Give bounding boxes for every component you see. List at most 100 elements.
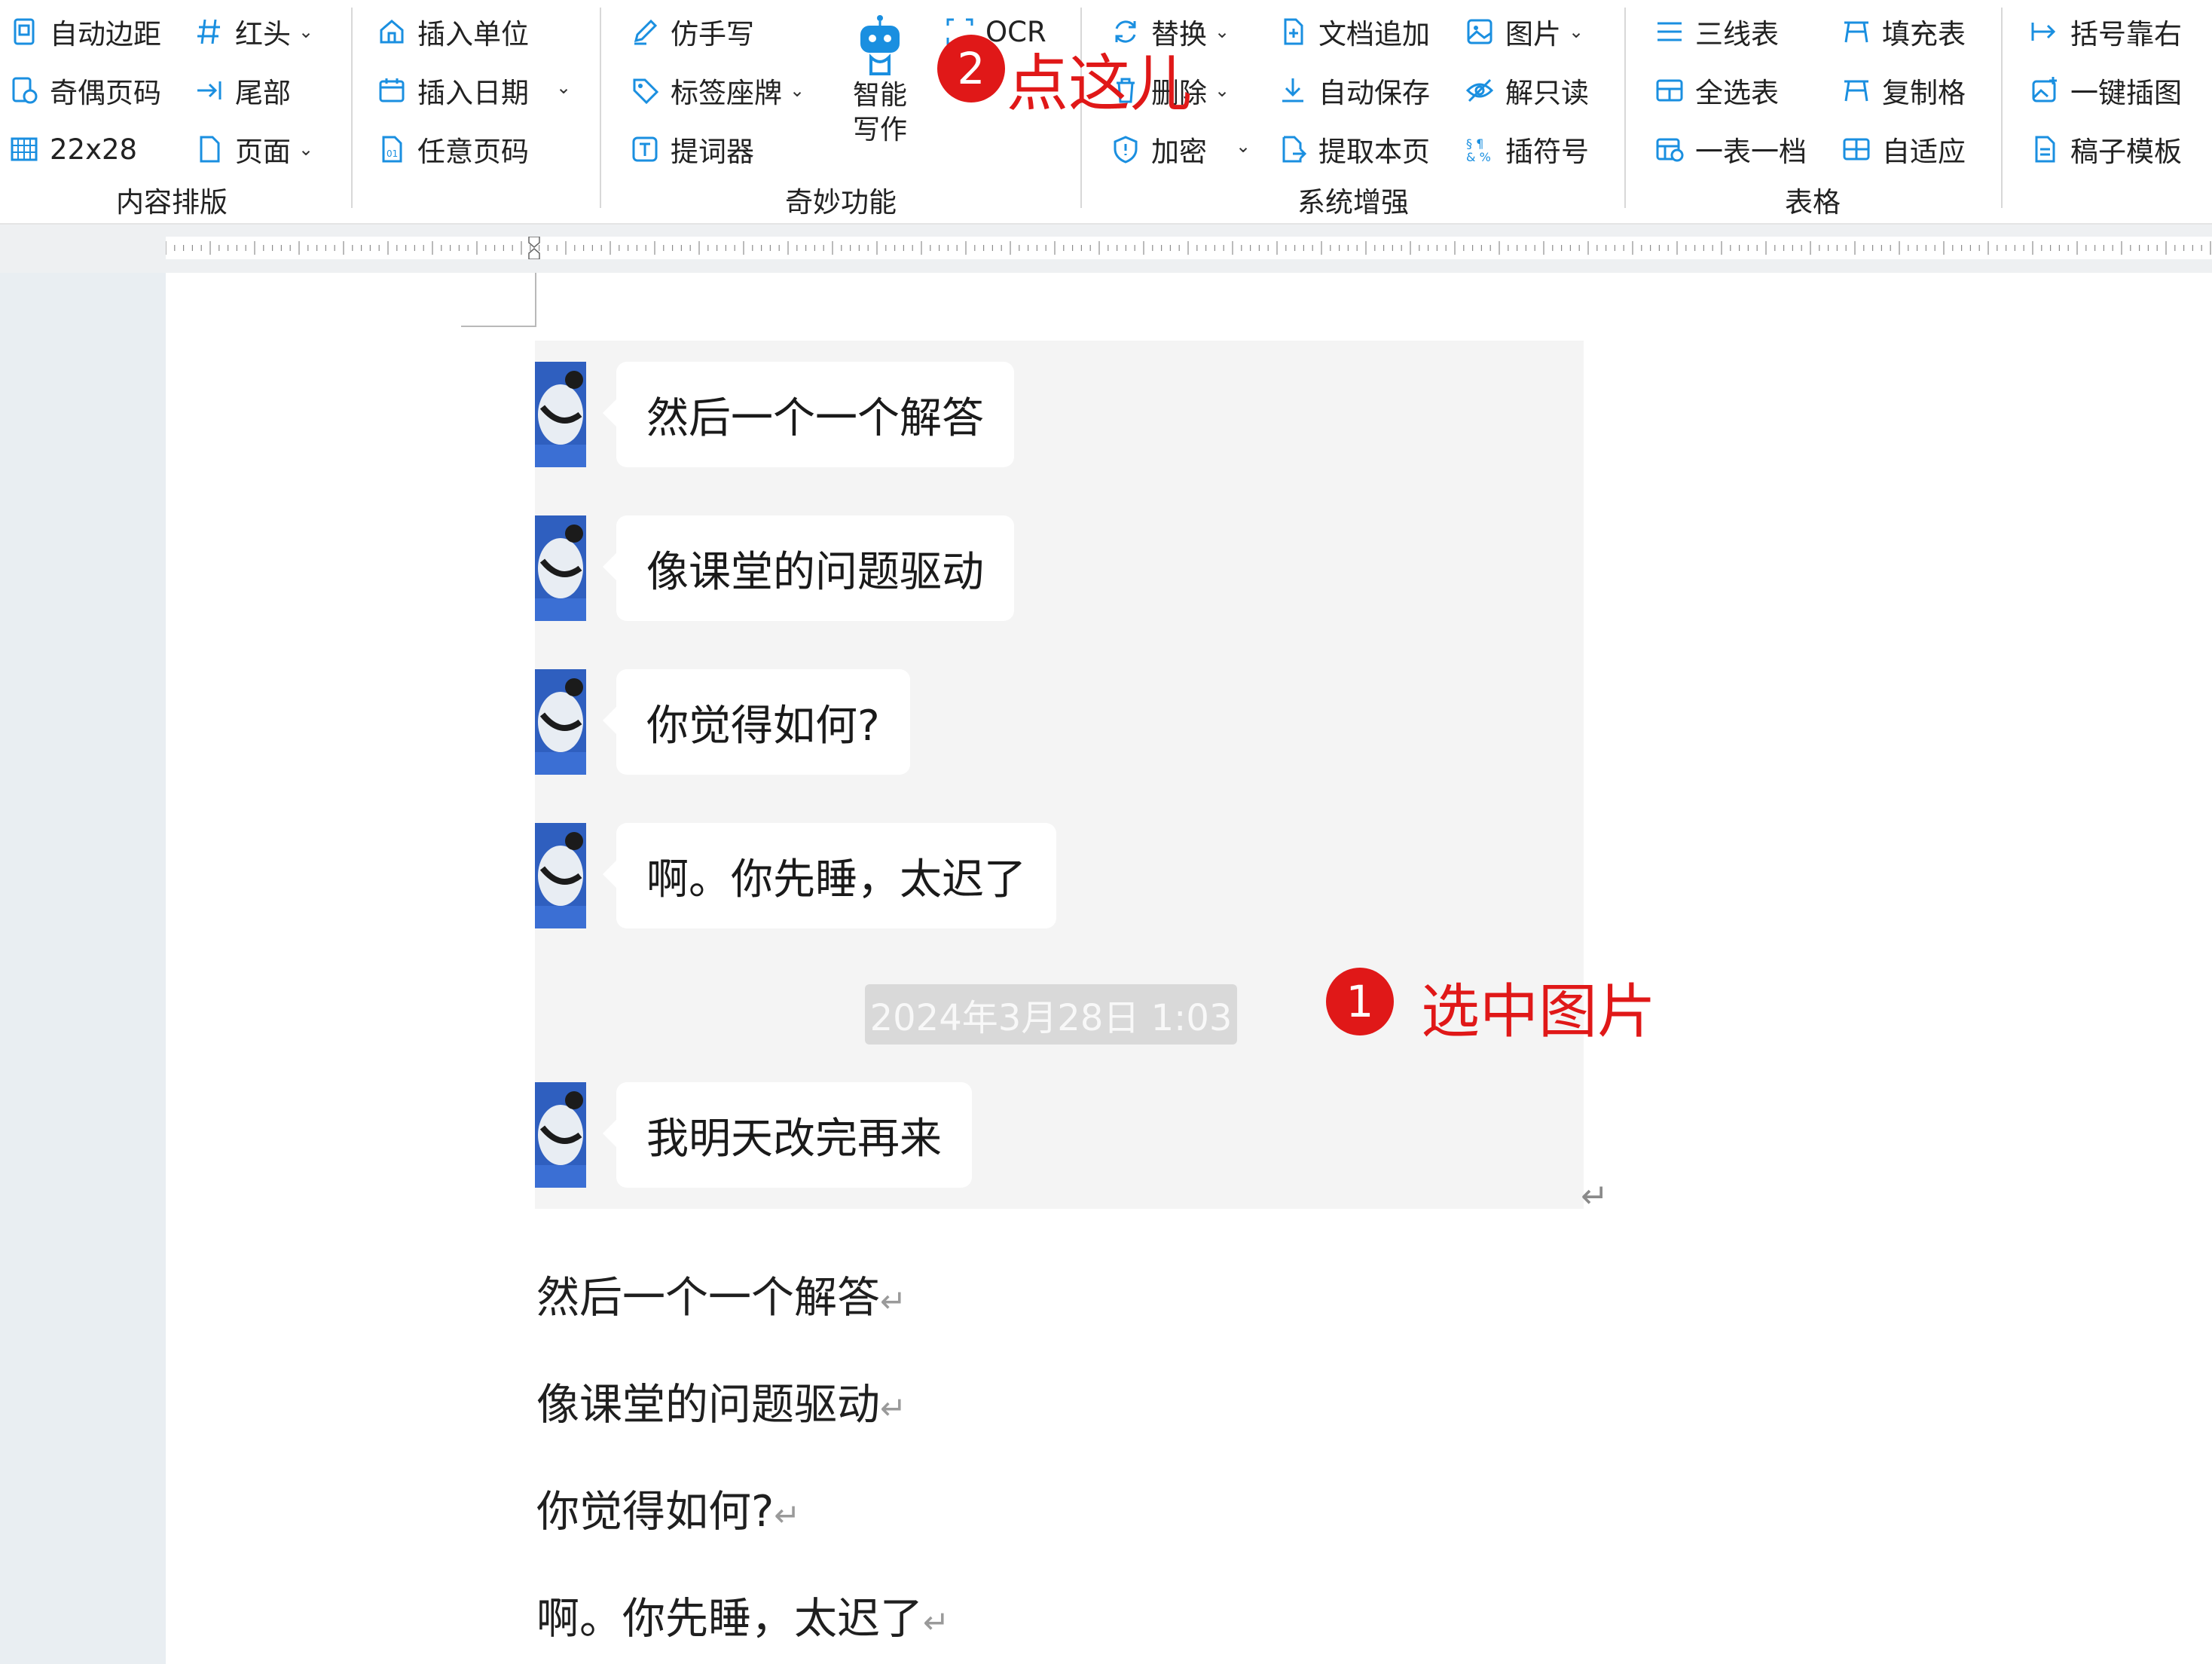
group-separator — [1624, 8, 1626, 208]
copy-cell-label: 复制格 — [1882, 77, 1966, 109]
chevron-down-icon[interactable]: ⌄ — [1214, 21, 1230, 42]
image-add-icon — [2032, 77, 2057, 102]
document-line-text: 啊。你先睡，太迟了 — [536, 1594, 923, 1644]
encrypt-button[interactable]: 加密 — [1111, 128, 1207, 170]
doc-add-icon — [1284, 18, 1303, 45]
document-line-text: 然后一个一个解答 — [536, 1273, 880, 1323]
smart-writing-label-1: 智能 — [852, 80, 907, 111]
select-all-table-button[interactable]: 全选表 — [1654, 69, 1779, 112]
calendar-icon — [379, 78, 405, 102]
unlock-readonly-button[interactable]: 解只读 — [1465, 69, 1589, 112]
chat-bubble: 你觉得如何? — [603, 669, 910, 775]
avatar — [535, 1082, 586, 1188]
imitate-handwriting-button[interactable]: 仿手写 — [630, 11, 754, 53]
avatar — [535, 515, 586, 621]
three-line-table-button[interactable]: 三线表 — [1654, 11, 1779, 53]
step-2-badge: 2 — [937, 35, 1005, 102]
insert-symbol-label: 插符号 — [1505, 136, 1589, 168]
avatar — [535, 669, 586, 775]
auto-save-button[interactable]: 自动保存 — [1278, 69, 1430, 112]
picture-button[interactable]: 图片 ⌄ — [1465, 11, 1584, 53]
group-label-table: 表格 — [1785, 186, 1841, 219]
smart-writing-button[interactable]: 智能 写作 — [842, 14, 918, 148]
grid-icon — [11, 137, 38, 161]
horizontal-ruler[interactable] — [166, 237, 2212, 259]
home-icon — [380, 20, 404, 44]
paragraph-mark: ↵ — [923, 1604, 950, 1641]
insert-unit-button[interactable]: 插入单位 — [377, 11, 529, 53]
chat-bubble: 啊。你先睡，太迟了 — [603, 823, 1056, 928]
teleprompter-button[interactable]: 提词器 — [630, 128, 754, 170]
page-button[interactable]: 页面 ⌄ — [194, 128, 313, 170]
any-page-number-label: 任意页码 — [417, 136, 529, 168]
table-copy-icon — [1844, 80, 1868, 102]
bracket-right-button[interactable]: 括号靠右 — [2030, 11, 2182, 53]
chevron-down-icon[interactable]: ⌄ — [1569, 21, 1584, 42]
group-label-system: 系统增强 — [1297, 186, 1409, 219]
paragraph-mark: ↵ — [880, 1390, 907, 1427]
step-1-instruction: 选中图片 — [1421, 978, 1657, 1046]
document-line[interactable]: 你觉得如何?↵ — [536, 1477, 800, 1539]
table-fill-icon — [1844, 21, 1868, 43]
group-separator — [600, 8, 601, 208]
step-1-badge: 1 — [1326, 968, 1394, 1035]
download-icon — [1282, 78, 1303, 102]
svg-text:01: 01 — [386, 148, 398, 159]
page-export-icon — [1282, 136, 1307, 163]
tail-button[interactable]: 尾部 — [194, 69, 291, 112]
three-lines-icon — [1657, 22, 1682, 41]
manuscript-template-button[interactable]: 稿子模板 — [2030, 128, 2182, 170]
paragraph-mark: ↵ — [1581, 1177, 1609, 1216]
auto-margin-label: 自动边距 — [50, 18, 161, 50]
chevron-down-icon[interactable]: ⌄ — [790, 80, 805, 101]
text-box-icon — [632, 136, 658, 162]
manuscript-template-label: 稿子模板 — [2070, 136, 2182, 168]
imitate-handwriting-label: 仿手写 — [671, 18, 754, 50]
insert-date-button[interactable]: 插入日期 — [377, 69, 529, 112]
insert-unit-label: 插入单位 — [417, 18, 529, 50]
group-separator — [351, 8, 353, 208]
encrypt-label: 加密 — [1151, 136, 1207, 168]
eye-off-icon — [1465, 78, 1494, 102]
group-separator — [2001, 8, 2003, 208]
chevron-down-icon[interactable]: ⌄ — [1214, 80, 1230, 101]
document-margin-icon — [14, 18, 35, 45]
document-line-text: 你觉得如何? — [536, 1487, 775, 1537]
select-all-table-label: 全选表 — [1695, 77, 1779, 109]
chevron-down-icon[interactable]: ⌄ — [1236, 136, 1251, 157]
grid-size-button[interactable]: 22x28 — [9, 128, 137, 170]
one-click-insert-image-button[interactable]: 一键插图 — [2030, 69, 2182, 112]
odd-even-page-button[interactable]: 奇偶页码 — [9, 69, 161, 112]
insert-symbol-button[interactable]: § ¶ & % 插符号 — [1465, 128, 1589, 170]
document-line[interactable]: 啊。你先睡，太迟了↵ — [536, 1584, 949, 1646]
document-line[interactable]: 像课堂的问题驱动↵ — [536, 1370, 906, 1432]
one-click-insert-image-label: 一键插图 — [2070, 77, 2182, 109]
chevron-down-icon[interactable]: ⌄ — [556, 77, 571, 98]
teleprompter-label: 提词器 — [671, 136, 754, 168]
extract-page-button[interactable]: 提取本页 — [1278, 128, 1430, 170]
robot-icon — [860, 15, 900, 75]
chat-bubble: 然后一个一个解答 — [603, 362, 1014, 467]
auto-margin-button[interactable]: 自动边距 — [9, 11, 161, 53]
image-icon — [1467, 19, 1492, 44]
fill-table-button[interactable]: 填充表 — [1841, 11, 1966, 53]
paragraph-mark: ↵ — [774, 1497, 801, 1534]
smart-writing-label-2: 写作 — [852, 115, 907, 145]
one-table-one-file-button[interactable]: 一表一档 — [1654, 128, 1807, 170]
copy-cell-button[interactable]: 复制格 — [1841, 69, 1966, 112]
chevron-down-icon[interactable]: ⌄ — [298, 139, 313, 160]
bracket-right-label: 括号靠右 — [2070, 18, 2182, 50]
extract-page-label: 提取本页 — [1318, 136, 1430, 168]
tag-seat-card-button[interactable]: 标签座牌 ⌄ — [630, 69, 805, 112]
any-page-number-button[interactable]: 01 任意页码 — [377, 128, 529, 170]
red-head-button[interactable]: 红头 ⌄ — [194, 11, 313, 53]
tag-icon — [633, 78, 659, 105]
chat-screenshot-image[interactable]: 然后一个一个解答 像课堂的问题驱动 你觉得如何? 啊。你先睡，太迟了 2024年… — [535, 341, 1584, 1209]
chat-timestamp: 2024年3月28日 1:03 — [865, 984, 1237, 1045]
page-icon — [200, 136, 220, 163]
odd-even-page-label: 奇偶页码 — [50, 77, 161, 109]
document-line[interactable]: 然后一个一个解答↵ — [536, 1263, 906, 1325]
chevron-down-icon[interactable]: ⌄ — [298, 21, 313, 42]
doc-append-button[interactable]: 文档追加 — [1278, 11, 1430, 53]
auto-fit-button[interactable]: 自适应 — [1841, 128, 1966, 170]
